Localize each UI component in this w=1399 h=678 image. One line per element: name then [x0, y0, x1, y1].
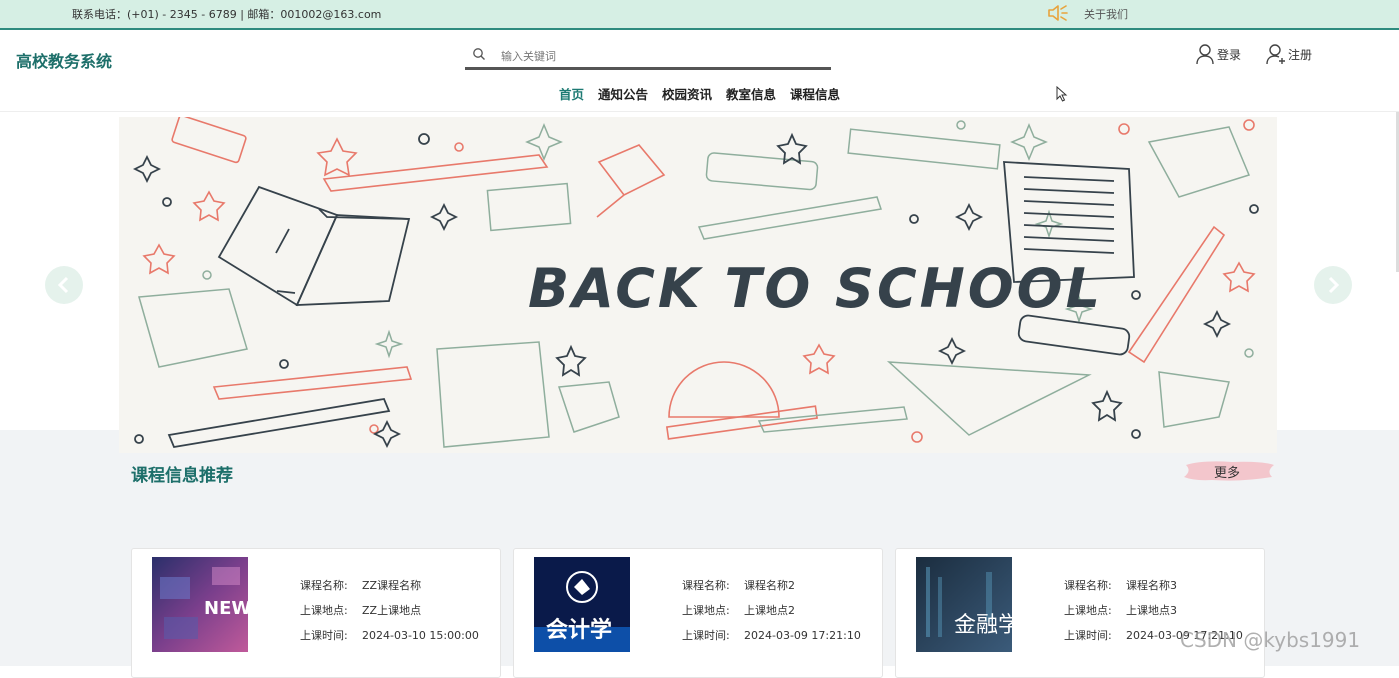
course-card[interactable]: 金融学 课程名称: 课程名称3 上课地点: 上课地点3 上课时间: 2024-03-0…	[895, 548, 1265, 678]
thumb-text: NEWS	[204, 598, 248, 619]
course-name-label: 课程名称:	[682, 579, 730, 592]
main-nav: 首页 通知公告 校园资讯 教室信息 课程信息	[0, 84, 1399, 103]
register-button[interactable]: 注册	[1266, 43, 1312, 65]
search-box	[465, 42, 831, 70]
course-name: 课程名称3	[1126, 579, 1177, 592]
thumb-text: 金融学	[954, 613, 1012, 638]
login-button[interactable]: 登录	[1195, 43, 1241, 65]
search-icon[interactable]	[472, 47, 486, 61]
user-icon	[1196, 44, 1214, 65]
course-place: 上课地点2	[744, 604, 795, 617]
course-name-label: 课程名称:	[300, 579, 348, 592]
course-time-label: 上课时间:	[1064, 629, 1112, 642]
course-place: ZZ上课地点	[362, 604, 422, 617]
banner-title: BACK TO SCHOOL	[527, 257, 1103, 320]
login-label: 登录	[1217, 47, 1242, 62]
nav-home[interactable]: 首页	[559, 84, 584, 103]
course-name-label: 课程名称:	[1064, 579, 1112, 592]
course-place-label: 上课地点:	[1064, 604, 1112, 617]
course-name: 课程名称2	[744, 579, 795, 592]
course-time: 2024-03-10 15:00:00	[362, 629, 479, 642]
course-card[interactable]: NEWS 课程名称: ZZ课程名称 上课地点: ZZ上课地点 上课时间: 2024-0…	[131, 548, 501, 678]
search-input[interactable]	[501, 46, 821, 66]
mouse-cursor-icon	[1056, 86, 1068, 102]
nav-classroom-info[interactable]: 教室信息	[726, 84, 776, 103]
chevron-right-icon	[1328, 276, 1340, 294]
about-us-link[interactable]: 关于我们	[1084, 6, 1128, 22]
course-card[interactable]: 会计学 课程名称: 课程名称2 上课地点: 上课地点2 上课时间: 2024-03-0…	[513, 548, 883, 678]
course-info: 课程名称: ZZ课程名称 上课地点: ZZ上课地点 上课时间: 2024-03-10 …	[300, 573, 479, 648]
more-button[interactable]: 更多	[1182, 459, 1276, 483]
more-label: 更多	[1214, 466, 1241, 481]
carousel-next-button[interactable]	[1314, 266, 1352, 304]
site-logo[interactable]: 高校教务系统	[16, 48, 112, 72]
site-header: 高校教务系统 登录 注册 首页 通知公告 校园资讯 教室信息 课程信息	[0, 32, 1399, 112]
watermark: CSDN @kybs1991	[1180, 628, 1361, 652]
course-name: ZZ课程名称	[362, 579, 422, 592]
section-title: 课程信息推荐	[131, 466, 233, 486]
carousel-prev-button[interactable]	[45, 266, 83, 304]
course-place-label: 上课地点:	[682, 604, 730, 617]
add-user-icon	[1266, 44, 1285, 65]
nav-course-info[interactable]: 课程信息	[790, 84, 840, 103]
thumb-text: 会计学	[546, 617, 612, 643]
chevron-left-icon	[57, 276, 69, 294]
nav-campus-news[interactable]: 校园资讯	[662, 84, 712, 103]
course-thumbnail: NEWS	[152, 557, 248, 652]
course-place: 上课地点3	[1126, 604, 1177, 617]
course-time-label: 上课时间:	[682, 629, 730, 642]
speaker-icon	[1048, 5, 1068, 21]
course-thumbnail: 会计学	[534, 557, 630, 652]
register-label: 注册	[1288, 47, 1313, 62]
course-info: 课程名称: 课程名称2 上课地点: 上课地点2 上课时间: 2024-03-09 17…	[682, 573, 861, 648]
course-time-label: 上课时间:	[300, 629, 348, 642]
top-contact-bar: 联系电话：(+01) - 2345 - 6789 | 邮箱：001002@163…	[0, 0, 1399, 30]
contact-info: 联系电话：(+01) - 2345 - 6789 | 邮箱：001002@163…	[72, 8, 382, 21]
course-thumbnail: 金融学	[916, 557, 1012, 652]
course-time: 2024-03-09 17:21:10	[744, 629, 861, 642]
course-place-label: 上课地点:	[300, 604, 348, 617]
hero-banner[interactable]: BACK TO SCHOOL	[119, 117, 1277, 453]
nav-notices[interactable]: 通知公告	[598, 84, 648, 103]
